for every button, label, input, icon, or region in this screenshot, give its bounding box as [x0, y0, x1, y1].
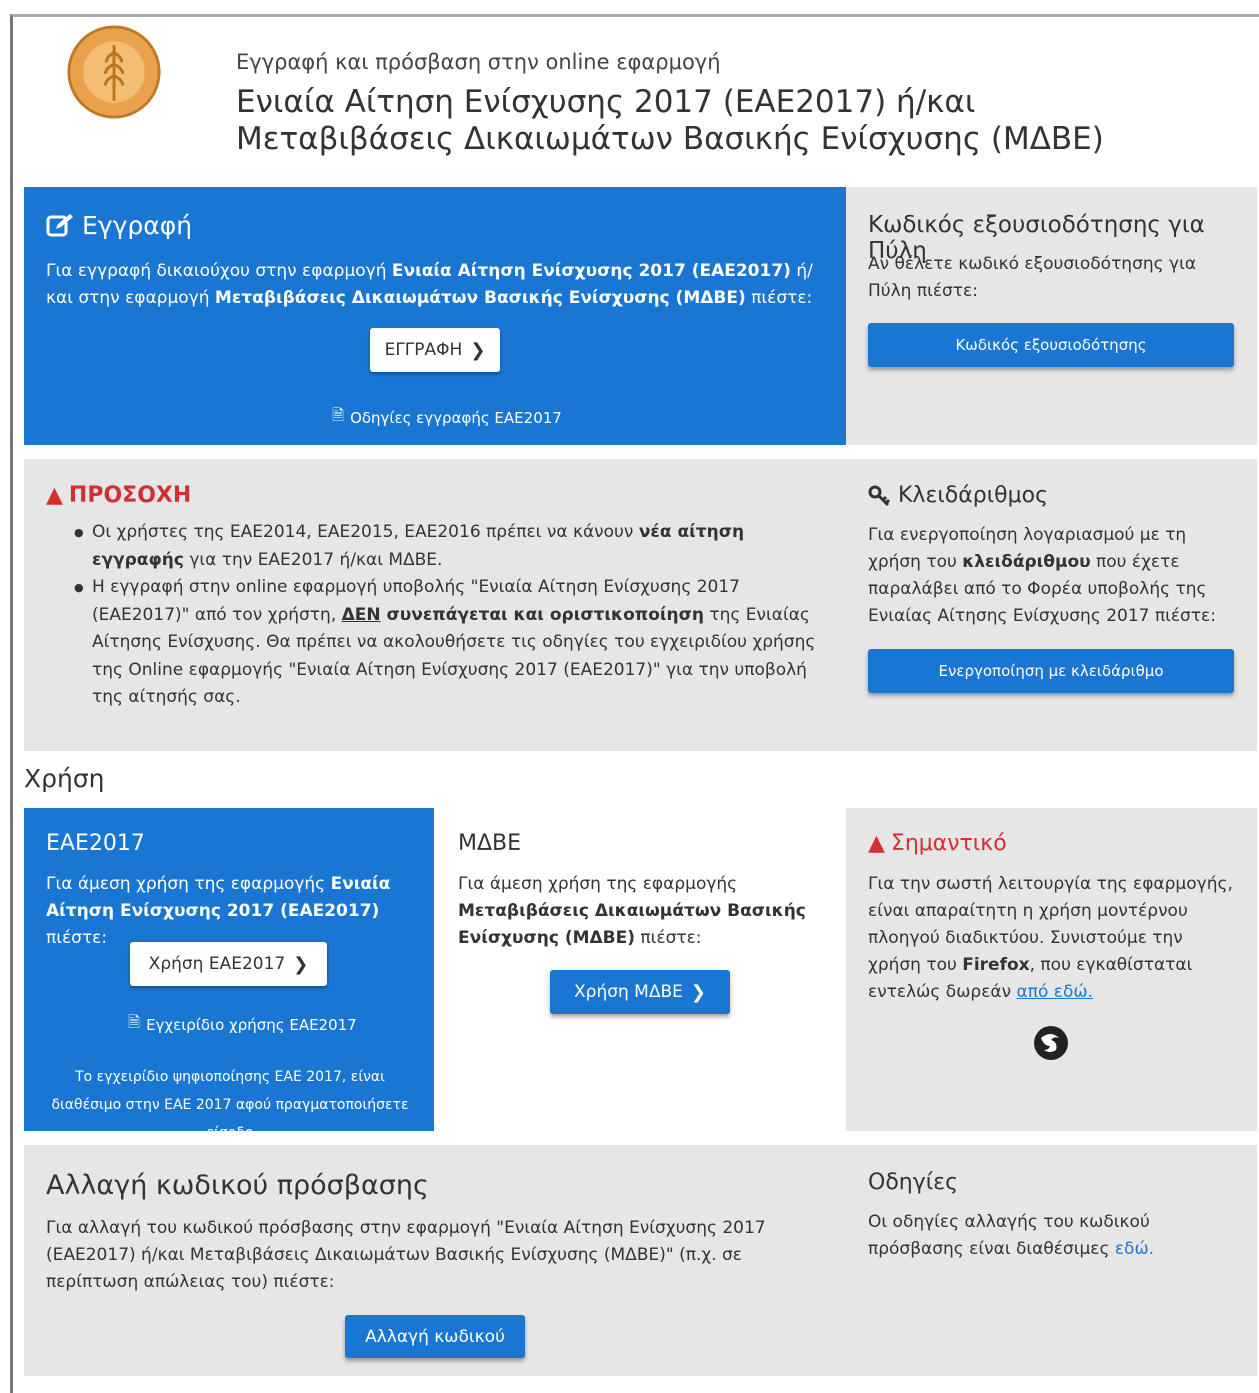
eae-heading: ΕΑΕ2017: [46, 831, 145, 856]
opekepe-logo: [67, 25, 161, 119]
warning-icon: ▲: [868, 831, 885, 856]
key-icon: [868, 485, 891, 506]
passkey-heading: Κλειδάριθμος: [898, 483, 1048, 508]
eae-text: Για άμεση χρήση της εφαρμογής Ενιαία Αίτ…: [46, 874, 391, 948]
warning-heading: ΠΡΟΣΟΧΗ: [68, 483, 192, 508]
password-heading: Αλλαγή κωδικού πρόσβασης: [46, 1170, 429, 1201]
instructions-panel: Οδηγίες Οι οδηγίες αλλαγής του κωδικού π…: [846, 1145, 1257, 1376]
password-panel: Αλλαγή κωδικού πρόσβασης Για αλλαγή του …: [24, 1145, 846, 1376]
usage-eae-panel: ΕΑΕ2017 Για άμεση χρήση της εφαρμογής Εν…: [24, 808, 434, 1141]
usage-important-panel: ▲ Σημαντικό Για την σωστή λειτουργία της…: [846, 808, 1257, 1131]
chevron-right-icon: ❯: [690, 981, 706, 1003]
passkey-text: Για ενεργοποίηση λογαριασμού με τη χρήση…: [868, 525, 1216, 626]
important-text: Για την σωστή λειτουργία της εφαρμογής, …: [868, 874, 1233, 1002]
mdbe-text: Για άμεση χρήση της εφαρμογής Μεταβιβάσε…: [458, 874, 806, 948]
header-subtitle: Εγγραφή και πρόσβαση στην online εφαρμογ…: [236, 50, 721, 74]
document-icon: 🗎: [128, 1013, 141, 1031]
firefox-download-link[interactable]: από εδώ.: [1017, 982, 1093, 1002]
register-instructions-link[interactable]: 🗎 Οδηγίες εγγραφής ΕΑΕ2017: [332, 405, 562, 430]
list-item: Η εγγραφή στην online εφαρμογή υποβολής …: [46, 574, 826, 712]
edit-icon: [46, 213, 73, 236]
passkey-panel: Κλειδάριθμος Για ενεργοποίηση λογαριασμο…: [846, 459, 1257, 751]
eae-manual-link[interactable]: 🗎 Εγχειρίδιο χρήσης ΕΑΕ2017: [128, 1012, 357, 1037]
portal-panel: Κωδικός εξουσιοδότησης για Πύλη Αν θέλετ…: [846, 187, 1257, 445]
eae-note: Το εγχειρίδιο ψηφιοποίησης ΕΑΕ 2017, είν…: [51, 1069, 409, 1141]
register-panel: Εγγραφή Για εγγραφή δικαιούχου στην εφαρ…: [24, 187, 846, 445]
document-icon: 🗎: [332, 406, 345, 424]
password-text: Για αλλαγή του κωδικού πρόσβασης στην εφ…: [46, 1218, 766, 1292]
portal-auth-code-button[interactable]: Κωδικός εξουσιοδότησης: [868, 323, 1234, 367]
portal-text: Αν θέλετε κωδικό εξουσιοδότησης για Πύλη…: [868, 254, 1197, 301]
warning-panel: ▲ ΠΡΟΣΟΧΗ Οι χρήστες της ΕΑΕ2014, ΕΑΕ201…: [24, 459, 846, 751]
warning-icon: ▲: [46, 483, 63, 508]
use-mdbe-button[interactable]: Χρήση ΜΔΒΕ ❯: [550, 970, 730, 1014]
list-item: Οι χρήστες της ΕΑΕ2014, ΕΑΕ2015, ΕΑΕ2016…: [46, 519, 826, 574]
firefox-icon[interactable]: [1032, 1024, 1070, 1062]
page-header: Εγγραφή και πρόσβαση στην online εφαρμογ…: [60, 20, 1240, 180]
important-heading: Σημαντικό: [890, 831, 1007, 856]
usage-mdbe-panel: ΜΔΒΕ Για άμεση χρήση της εφαρμογής Μεταβ…: [434, 808, 846, 1131]
chevron-right-icon: ❯: [470, 339, 486, 361]
passkey-activate-button[interactable]: Ενεργοποίηση με κλειδάριθμο: [868, 649, 1234, 693]
instructions-link[interactable]: εδώ.: [1115, 1239, 1154, 1259]
mdbe-heading: ΜΔΒΕ: [458, 831, 522, 856]
register-text: Για εγγραφή δικαιούχου στην εφαρμογή Ενι…: [46, 261, 813, 308]
register-heading: Εγγραφή: [82, 211, 193, 240]
warning-list: Οι χρήστες της ΕΑΕ2014, ΕΑΕ2015, ΕΑΕ2016…: [46, 519, 826, 712]
change-password-button[interactable]: Αλλαγή κωδικού: [345, 1315, 525, 1358]
register-button[interactable]: ΕΓΓΡΑΦΗ ❯: [370, 328, 500, 372]
instructions-heading: Οδηγίες: [868, 1170, 958, 1195]
usage-section-title: Χρήση: [24, 764, 105, 793]
chevron-right-icon: ❯: [293, 953, 309, 975]
page-title: Ενιαία Αίτηση Ενίσχυσης 2017 (ΕΑΕ2017) ή…: [236, 84, 1104, 157]
instructions-text: Οι οδηγίες αλλαγής του κωδικού πρόσβασης…: [868, 1212, 1155, 1259]
use-eae-button[interactable]: Χρήση ΕΑΕ2017 ❯: [130, 942, 327, 986]
